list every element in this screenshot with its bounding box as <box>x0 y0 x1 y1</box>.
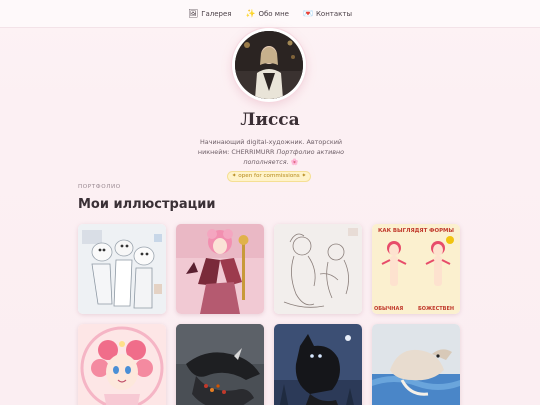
nav-link-gallery-label: Галерея <box>201 9 232 18</box>
nav-link-about[interactable]: ✨ Обо мне <box>245 8 289 18</box>
artwork-2-image <box>176 224 264 314</box>
artwork-card-4[interactable]: КАК ВЫГЛЯДЯТ ФОРМЫ ОБЫЧНАЯ БОЖЕСТВЕН <box>372 224 460 314</box>
avatar-photo <box>235 31 303 99</box>
artwork-grid: КАК ВЫГЛЯДЯТ ФОРМЫ ОБЫЧНАЯ БОЖЕСТВЕН <box>78 224 464 405</box>
heart-letter-icon: 💌 <box>302 8 313 18</box>
framed-picture-icon: 🖼 <box>188 8 199 18</box>
nav-link-gallery[interactable]: 🖼 Галерея <box>188 8 232 18</box>
nav-link-contacts-label: Контакты <box>315 9 352 18</box>
artwork-card-7[interactable] <box>274 324 362 405</box>
sparkles-icon: ✨ <box>245 8 256 18</box>
artwork-card-1[interactable] <box>78 224 166 314</box>
artwork-1-image <box>78 224 166 314</box>
top-nav: 🖼 Галерея ✨ Обо мне 💌 Контакты <box>0 0 540 28</box>
nav-link-contacts[interactable]: 💌 Контакты <box>302 8 352 18</box>
artwork-8-image <box>372 324 460 405</box>
page-title: Лисса <box>240 110 300 130</box>
artwork-3-image <box>274 224 362 314</box>
avatar <box>232 28 306 102</box>
nav-link-about-label: Обо мне <box>258 9 289 18</box>
artwork-5-image <box>78 324 166 405</box>
artwork-4-heading: КАК ВЫГЛЯДЯТ ФОРМЫ <box>378 228 454 234</box>
artwork-card-2[interactable] <box>176 224 264 314</box>
cherry-blossom-icon: 🌸 <box>288 158 299 166</box>
commissions-badge: ✦ open for commissions ✦ <box>227 171 311 182</box>
artwork-card-3[interactable] <box>274 224 362 314</box>
artwork-4-label-left: ОБЫЧНАЯ <box>374 306 403 312</box>
artwork-card-5[interactable] <box>78 324 166 405</box>
artwork-4-label-right: БОЖЕСТВЕН <box>418 306 454 312</box>
artwork-card-8[interactable] <box>372 324 460 405</box>
artwork-4-image: КАК ВЫГЛЯДЯТ ФОРМЫ ОБЫЧНАЯ БОЖЕСТВЕН <box>372 224 460 314</box>
artwork-7-image <box>274 324 362 405</box>
artwork-6-image <box>176 324 264 405</box>
profile-bio: Начинающий digital-художник. Авторский н… <box>190 137 352 167</box>
section-title: Мои иллюстрации <box>78 197 216 212</box>
section-eyebrow: ПОРТФОЛИО <box>78 184 121 190</box>
artwork-card-6[interactable] <box>176 324 264 405</box>
